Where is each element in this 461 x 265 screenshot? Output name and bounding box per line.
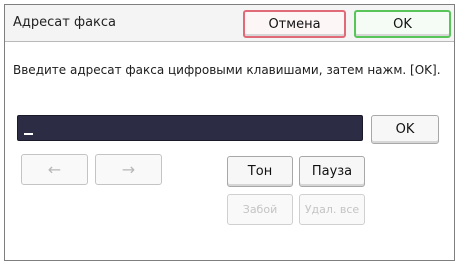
text-cursor: [24, 133, 33, 135]
dialog-title: Адресат факса: [13, 15, 116, 30]
fax-number-input[interactable]: [17, 115, 363, 141]
pause-button[interactable]: Пауза: [299, 156, 365, 187]
ok-button[interactable]: OK: [354, 10, 451, 38]
cursor-left-button[interactable]: ←: [21, 154, 88, 185]
fax-destination-dialog: Адресат факса Отмена OK Введите адресат …: [4, 4, 455, 261]
cursor-right-button[interactable]: →: [95, 154, 162, 185]
arrow-left-icon: ←: [47, 160, 62, 179]
cancel-button[interactable]: Отмена: [243, 10, 346, 38]
tone-button[interactable]: Тон: [227, 156, 293, 187]
entry-ok-button[interactable]: OK: [371, 115, 439, 144]
backspace-button[interactable]: Забой: [227, 194, 293, 225]
arrow-right-icon: →: [121, 160, 136, 179]
dialog-header: Адресат факса Отмена OK: [5, 5, 454, 42]
clear-all-button[interactable]: Удал. все: [299, 194, 365, 225]
instruction-text: Введите адресат факса цифровыми клавишам…: [13, 63, 441, 77]
